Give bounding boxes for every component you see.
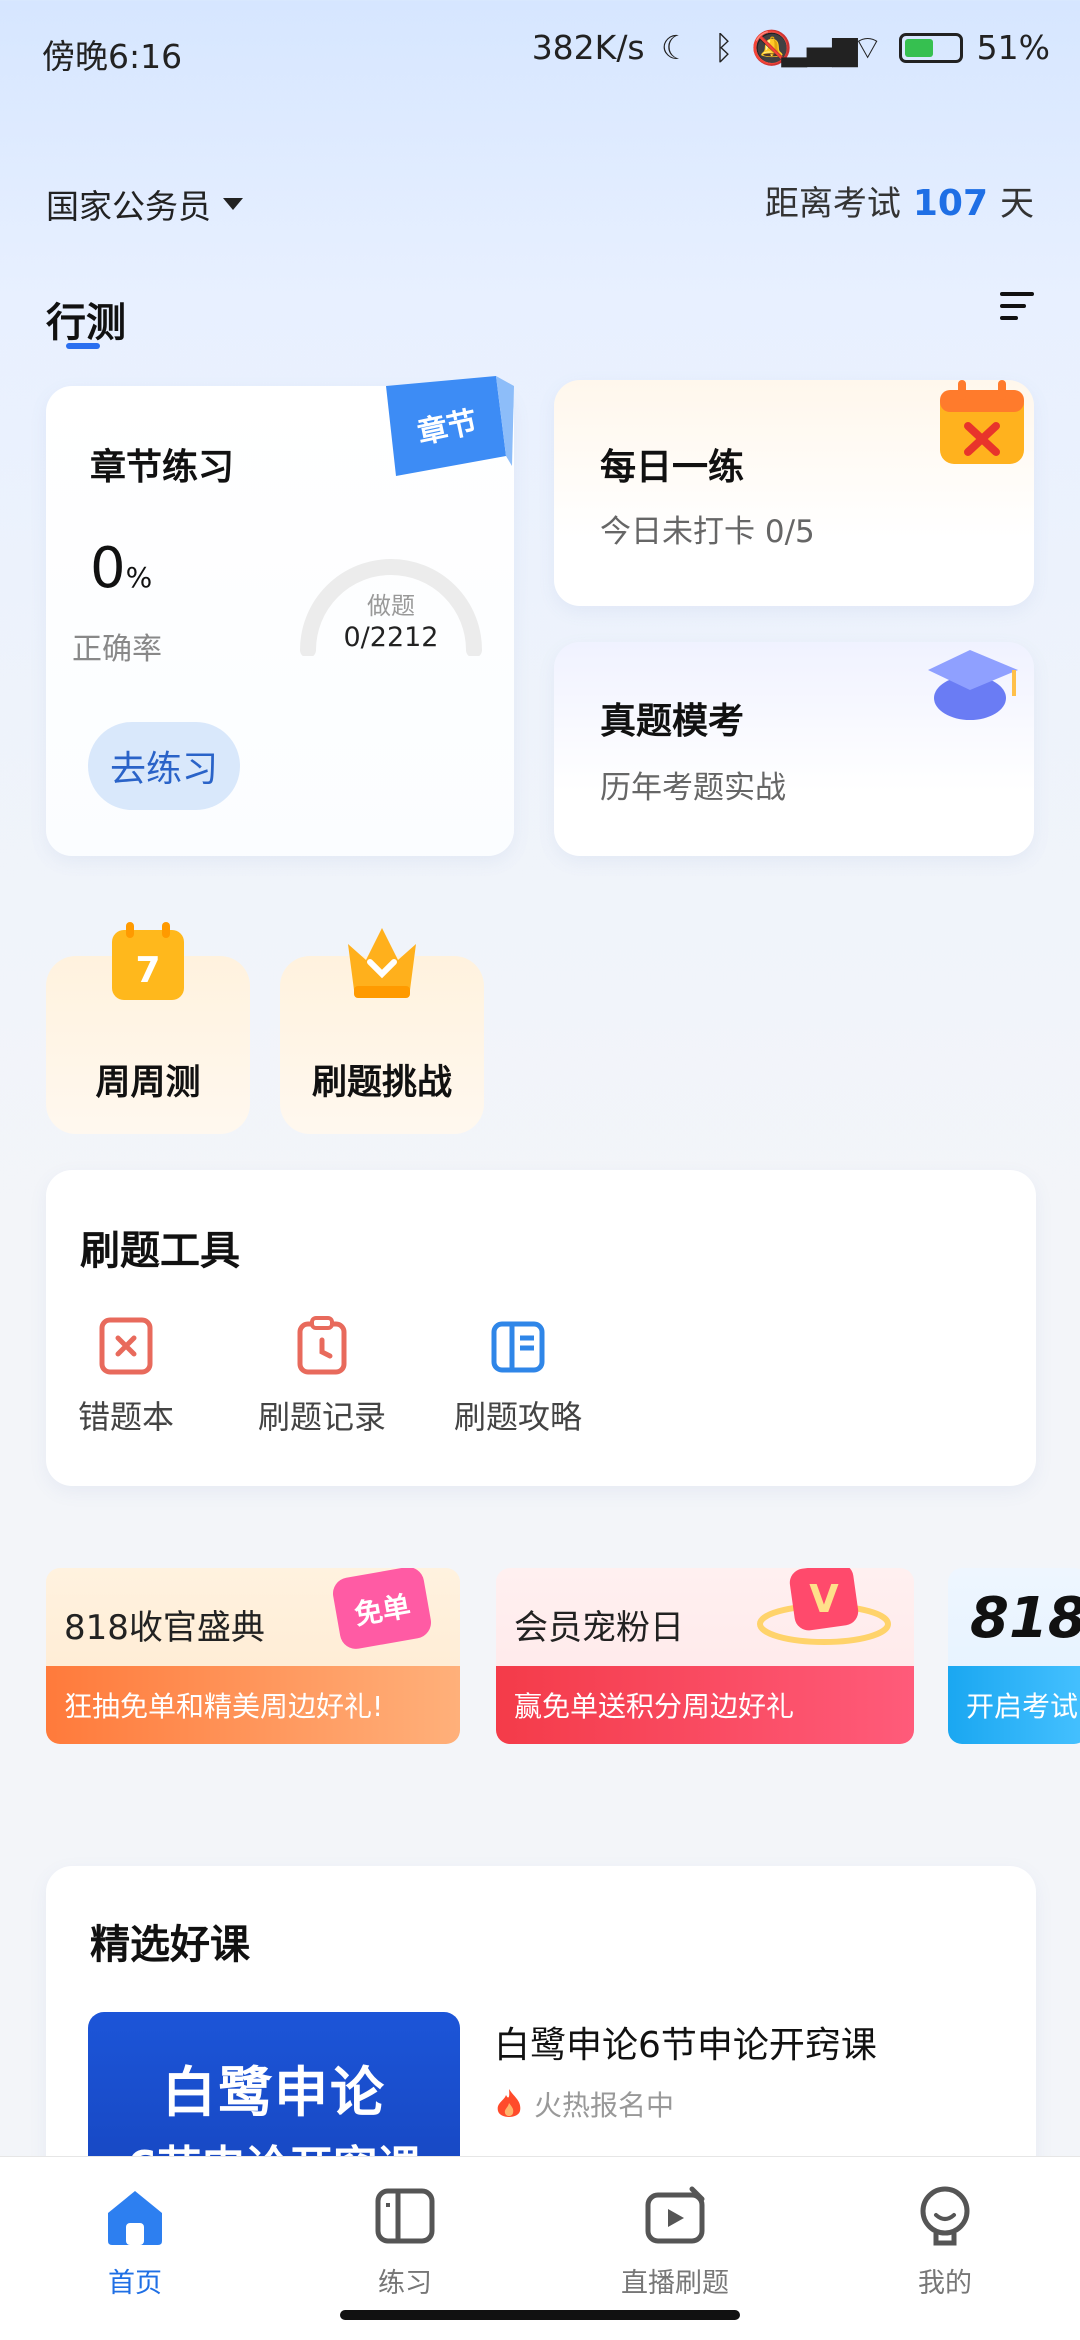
weekly-calendar-icon: 7	[112, 922, 184, 1000]
progress-label: 做题	[367, 592, 415, 620]
exam-type-selector[interactable]: 国家公务员	[46, 180, 243, 228]
tool-wrongbook-label: 错题本	[77, 1398, 174, 1436]
tool-history-label: 刷题记录	[257, 1398, 386, 1436]
practice-tools-card: 刷题工具 错题本 刷题记录 刷题攻略	[46, 1170, 1036, 1486]
calendar-icon	[940, 380, 1024, 464]
mock-title: 真题模考	[600, 701, 745, 742]
home-icon	[108, 2191, 162, 2245]
challenge-card[interactable]: 刷题挑战	[280, 928, 484, 1134]
accuracy-number: 0	[90, 536, 126, 601]
promo-bar-text: 狂抽免单和精美周边好礼!	[46, 1666, 460, 1744]
wifi-icon: ⌔	[852, 28, 884, 67]
daily-title: 每日一练	[600, 447, 745, 488]
guide-icon	[491, 1321, 545, 1373]
battery-percent: 51%	[976, 28, 1050, 67]
moon-icon: ☾	[660, 28, 691, 67]
fire-icon	[497, 2089, 521, 2117]
home-indicator[interactable]	[340, 2310, 740, 2320]
network-speed: 382K/s	[531, 28, 645, 67]
promo-bar-text: 赢免单送积分周边好礼	[496, 1666, 914, 1744]
chapter-title: 章节练习	[90, 447, 235, 488]
thumb-line1: 白鹭申论	[162, 2061, 386, 2124]
promo-banner-818[interactable]: 818收官盛典 免单 狂抽免单和精美周边好礼!	[46, 1568, 460, 1744]
course-status: 火热报名中	[494, 2084, 674, 2124]
nav-profile-label: 我的	[918, 2268, 972, 2299]
nav-profile[interactable]: 我的	[810, 2185, 1080, 2300]
crown-icon	[348, 928, 416, 998]
free-order-badge-icon: 免单	[332, 1568, 432, 1649]
daily-subtitle: 今日未打卡 0/5	[600, 514, 815, 550]
vip-badge-text: V	[809, 1577, 839, 1621]
nav-practice[interactable]: 练习	[270, 2185, 540, 2300]
accuracy-unit: %	[125, 561, 153, 594]
tool-wrongbook[interactable]: 错题本	[46, 1316, 206, 1438]
mock-subtitle: 历年考题实战	[600, 770, 786, 806]
challenge-label: 刷题挑战	[311, 1063, 452, 1103]
course-name[interactable]: 白鹭申论6节申论开窍课	[494, 2016, 877, 2068]
tab-indicator	[66, 343, 100, 349]
status-icons: 382K/s ☾ ᛒ 🔕 ▂▄▆ ⌔ 51%	[531, 28, 1050, 68]
nav-home-label: 首页	[108, 2268, 162, 2299]
bluetooth-icon: ᛒ	[713, 28, 734, 67]
promo-banner-member[interactable]: 会员宠粉日 V 赢免单送积分周边好礼	[496, 1568, 914, 1744]
chapter-practice-card[interactable]: 章节 章节练习 0% 正确率 做题 0/2212 去练习	[46, 376, 514, 856]
signal-icon: ▂▄▆	[781, 28, 858, 67]
live-video-icon	[645, 2186, 705, 2244]
status-time: 傍晚6:16	[42, 37, 183, 76]
course-status-text: 火热报名中	[534, 2089, 675, 2122]
countdown-days: 107	[912, 183, 988, 224]
accuracy-label: 正确率	[72, 632, 162, 667]
weekly-test-card[interactable]: 7 周周测	[46, 922, 250, 1134]
tool-guide-label: 刷题攻略	[453, 1398, 582, 1436]
promo-bar-text: 开启考试	[948, 1666, 1080, 1744]
promo-title: 会员宠粉日	[514, 1608, 684, 1648]
vip-badge-icon: V	[757, 1568, 891, 1645]
nav-home[interactable]: 首页	[0, 2185, 270, 2300]
weekly-icon-number: 7	[135, 950, 160, 991]
promo-title: 818收官盛典	[64, 1608, 265, 1648]
nav-live[interactable]: 直播刷题	[540, 2185, 810, 2300]
history-icon	[297, 1316, 347, 1375]
promo-title: 818	[970, 1586, 1080, 1651]
nav-practice-label: 练习	[378, 2268, 432, 2299]
tool-history[interactable]: 刷题记录	[242, 1316, 402, 1438]
practice-icon	[375, 2188, 435, 2244]
status-bar: 傍晚6:16 382K/s ☾ ᛒ 🔕 ▂▄▆ ⌔ 51%	[0, 0, 1080, 100]
progress-value: 0/2212	[343, 622, 439, 653]
exam-countdown: 距离考试 107 天	[765, 176, 1034, 225]
wrongbook-icon	[99, 1317, 153, 1375]
nav-live-label: 直播刷题	[621, 2268, 729, 2299]
weekly-test-label: 周周测	[95, 1063, 201, 1103]
countdown-suffix: 天	[1000, 184, 1034, 224]
graduation-cap-icon	[928, 650, 1018, 720]
exam-type-label: 国家公务员	[46, 187, 211, 226]
tab-xingce[interactable]: 行测	[46, 290, 126, 348]
battery-icon	[898, 32, 963, 63]
tools-title: 刷题工具	[80, 1228, 240, 1274]
promo-banner-818-exam[interactable]: 818 开启考试	[948, 1568, 1080, 1744]
go-practice-button[interactable]: 去练习	[88, 722, 240, 810]
profile-icon	[920, 2186, 970, 2246]
countdown-prefix: 距离考试	[764, 184, 901, 224]
mock-exam-card[interactable]: 真题模考 历年考题实战	[554, 642, 1034, 856]
daily-practice-card[interactable]: 每日一练 今日未打卡 0/5	[554, 380, 1034, 606]
courses-title: 精选好课	[90, 1922, 250, 1968]
chapter-badge-icon: 章节	[386, 376, 514, 476]
accuracy-value: 0%	[90, 536, 152, 601]
caret-down-icon	[223, 198, 243, 210]
tool-guide[interactable]: 刷题攻略	[438, 1316, 598, 1438]
menu-filter-icon[interactable]	[1000, 292, 1040, 332]
